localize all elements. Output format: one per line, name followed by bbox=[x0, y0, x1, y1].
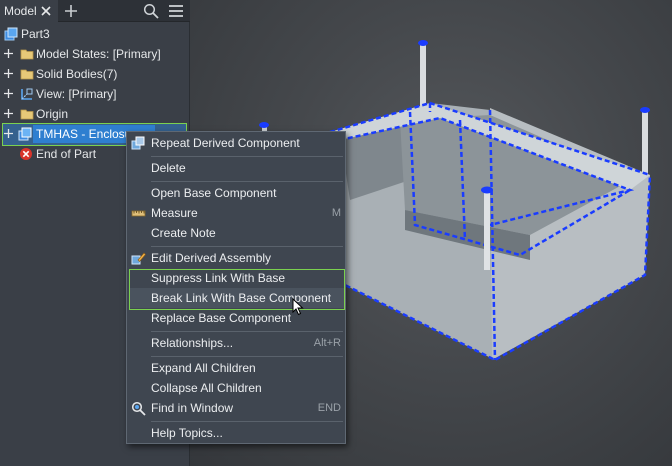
expand-icon[interactable] bbox=[4, 69, 13, 78]
menu-item-create-note[interactable]: Create Note bbox=[127, 223, 345, 243]
menu-item-label: Repeat Derived Component bbox=[151, 136, 300, 150]
menu-item-open-base-component[interactable]: Open Base Component bbox=[127, 183, 345, 203]
derived-component-icon bbox=[131, 136, 145, 150]
mouse-cursor-icon bbox=[292, 298, 304, 316]
tree-item-part3[interactable]: Part3 bbox=[0, 24, 190, 44]
menu-item-edit-derived-assembly[interactable]: Edit Derived Assembly bbox=[127, 248, 345, 268]
tree-item-label: End of Part bbox=[36, 147, 97, 161]
close-icon[interactable] bbox=[40, 4, 52, 18]
derived-assembly-icon bbox=[18, 127, 32, 141]
hamburger-menu-icon[interactable] bbox=[168, 4, 184, 18]
expand-icon[interactable] bbox=[4, 109, 13, 118]
menu-separator bbox=[151, 156, 343, 157]
menu-item-label: Replace Base Component bbox=[151, 311, 292, 325]
end-of-part-icon bbox=[20, 148, 32, 160]
menu-item-find-in-window[interactable]: Find in Window END bbox=[127, 398, 345, 418]
find-in-window-icon bbox=[131, 401, 146, 416]
menu-separator bbox=[151, 356, 343, 357]
folder-icon bbox=[20, 49, 34, 60]
tree-item-solid-bodies[interactable]: Solid Bodies(7) bbox=[0, 64, 190, 84]
part-icon bbox=[4, 27, 18, 41]
menu-separator bbox=[151, 246, 343, 247]
tree-item-view[interactable]: View: [Primary] bbox=[0, 84, 190, 104]
menu-item-expand-all-children[interactable]: Expand All Children bbox=[127, 358, 345, 378]
ruler-icon bbox=[131, 210, 146, 217]
expand-icon[interactable] bbox=[4, 129, 13, 138]
menu-item-replace-base-component[interactable]: Replace Base Component bbox=[127, 308, 345, 328]
menu-item-label: Open Base Component bbox=[151, 186, 277, 200]
tree-item-origin[interactable]: Origin bbox=[0, 104, 190, 124]
expand-icon[interactable] bbox=[4, 49, 13, 58]
tree-item-label: View: [Primary] bbox=[36, 87, 117, 101]
search-icon[interactable] bbox=[143, 3, 159, 19]
menu-item-shortcut: M bbox=[331, 207, 341, 219]
menu-item-label: Break Link With Base Component bbox=[151, 291, 332, 305]
context-menu: Repeat Derived Component Delete Open Bas… bbox=[126, 131, 346, 444]
menu-item-label: Expand All Children bbox=[151, 361, 256, 375]
view-icon bbox=[21, 88, 33, 100]
menu-item-label: Help Topics... bbox=[151, 426, 223, 440]
menu-item-label: Measure bbox=[151, 206, 198, 220]
edit-assembly-icon bbox=[131, 252, 146, 265]
expand-icon[interactable] bbox=[4, 89, 13, 98]
menu-item-measure[interactable]: Measure M bbox=[127, 203, 345, 223]
tree-item-model-states[interactable]: Model States: [Primary] bbox=[0, 44, 190, 64]
menu-separator bbox=[151, 421, 343, 422]
menu-item-help-topics[interactable]: Help Topics... bbox=[127, 423, 345, 443]
menu-item-suppress-link[interactable]: Suppress Link With Base Component bbox=[127, 268, 345, 305]
plus-icon[interactable] bbox=[64, 3, 78, 19]
folder-icon bbox=[20, 69, 34, 80]
menu-item-shortcut: Alt+R bbox=[313, 337, 341, 349]
menu-item-label: Relationships... bbox=[151, 336, 234, 350]
menu-separator bbox=[151, 181, 343, 182]
menu-separator bbox=[151, 331, 343, 332]
menu-item-relationships[interactable]: Relationships... Alt+R bbox=[127, 333, 345, 353]
menu-item-label: Edit Derived Assembly bbox=[151, 251, 272, 265]
menu-item-label: Create Note bbox=[151, 226, 216, 240]
tree-item-label: Origin bbox=[36, 107, 69, 121]
menu-item-collapse-all-children[interactable]: Collapse All Children bbox=[127, 378, 345, 398]
menu-item-shortcut: END bbox=[317, 402, 341, 414]
tree-item-label: Model States: [Primary] bbox=[36, 47, 161, 61]
tree-item-label: Solid Bodies(7) bbox=[36, 67, 118, 81]
menu-item-label: Delete bbox=[151, 161, 186, 175]
menu-item-label: Find in Window bbox=[151, 401, 234, 415]
menu-item-repeat-derived-component[interactable]: Repeat Derived Component bbox=[127, 133, 345, 153]
folder-icon bbox=[20, 109, 34, 120]
browser-tabbar: Model bbox=[0, 0, 190, 22]
tab-model-label: Model bbox=[4, 4, 37, 18]
tree-item-label: Part3 bbox=[21, 27, 50, 41]
menu-item-label: Collapse All Children bbox=[151, 381, 262, 395]
menu-item-delete[interactable]: Delete bbox=[127, 158, 345, 178]
menu-item-break-link[interactable]: Break Link With Base Component bbox=[130, 288, 344, 308]
